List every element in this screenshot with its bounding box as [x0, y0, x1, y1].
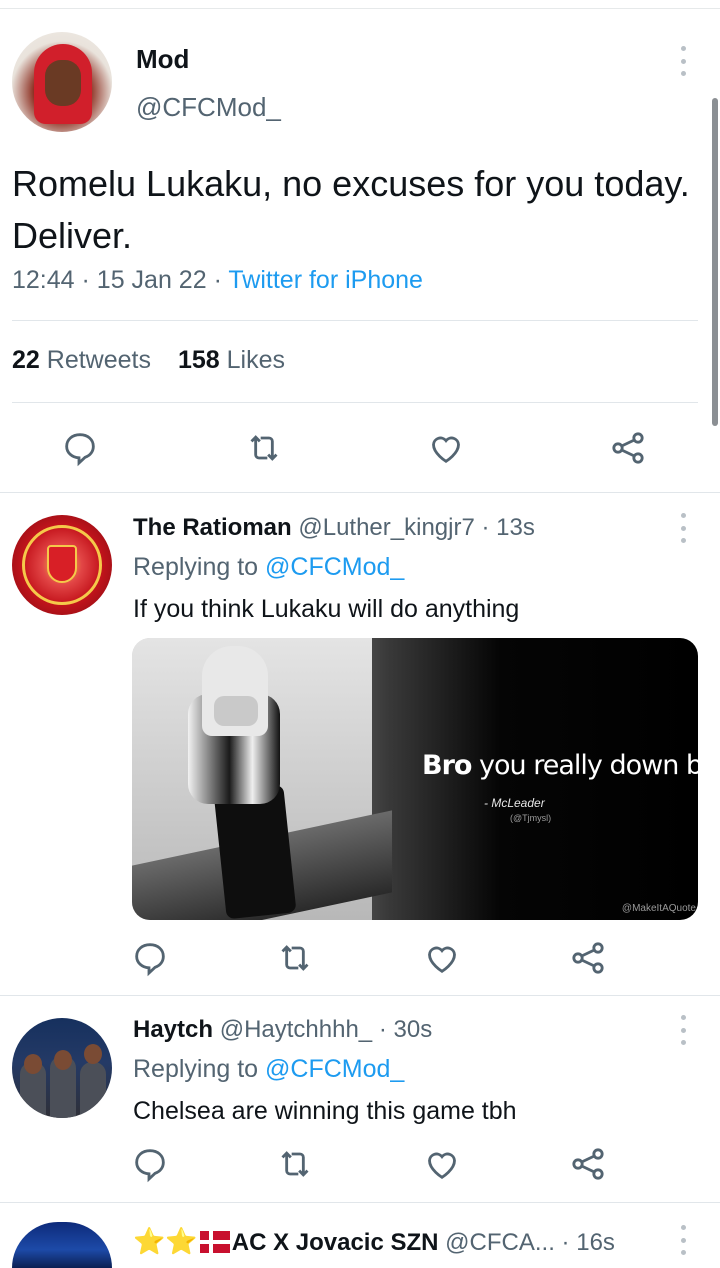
retweets-label: Retweets: [46, 346, 151, 374]
heart-icon[interactable]: [426, 428, 466, 468]
meme-caption: Bro you really down bad: [422, 750, 698, 781]
reply-action-row: [0, 1144, 720, 1184]
reply-age: 16s: [576, 1229, 615, 1256]
reply-action-row: [0, 938, 720, 978]
divider: [12, 402, 698, 403]
reply-age: 13s: [496, 514, 535, 541]
avatar[interactable]: [12, 32, 112, 132]
more-options-icon[interactable]: [673, 1225, 693, 1255]
reply-author-name[interactable]: The Ratioman: [133, 514, 292, 541]
share-icon[interactable]: [568, 1144, 608, 1184]
tweet-text: Romelu Lukaku, no excuses for you today.…: [12, 163, 690, 256]
meta-dot: ·: [481, 514, 490, 541]
replying-to-link[interactable]: @CFCMod_: [265, 1055, 404, 1083]
reply-header: Haytch @Haytchhhh_ · 30s: [133, 1016, 432, 1044]
main-tweet: Mod @CFCMod_ Romelu Lukaku, no excuses f…: [0, 0, 720, 492]
meta-dot: ·: [378, 1016, 387, 1043]
reply-icon[interactable]: [130, 938, 170, 978]
replying-to-link[interactable]: @CFCMod_: [265, 553, 404, 581]
reply-media-image[interactable]: Bro you really down bad - McLeader (@Tjm…: [132, 638, 698, 920]
tweet-source-link[interactable]: Twitter for iPhone: [228, 266, 423, 294]
divider: [12, 320, 698, 321]
heart-icon[interactable]: [422, 1144, 462, 1184]
meme-author: - McLeader: [484, 796, 545, 810]
retweets-count: 22: [12, 346, 40, 374]
retweet-icon[interactable]: [244, 428, 284, 468]
reply-author-handle[interactable]: @Haytchhhh_: [220, 1016, 372, 1043]
reply-icon[interactable]: [130, 1144, 170, 1184]
meme-caption-bold: Bro: [422, 750, 472, 781]
heart-icon[interactable]: [422, 938, 462, 978]
meme-author-handle: (@Tjmysl): [510, 813, 552, 823]
avatar[interactable]: [12, 1018, 112, 1118]
meme-caption-rest: you really down bad: [479, 750, 698, 781]
meta-dot: ·: [561, 1229, 570, 1256]
meta-dot: ·: [213, 266, 222, 294]
replying-to: Replying to @CFCMod_: [133, 1055, 404, 1084]
retweet-icon[interactable]: [275, 938, 315, 978]
meme-watermark: @MakeItAQuote: [621, 903, 696, 914]
reply-text: Chelsea are winning this game tbh: [133, 1097, 517, 1125]
tweet-date: 15 Jan 22: [96, 266, 207, 294]
reply-age: 30s: [393, 1016, 433, 1043]
denmark-flag-icon: [199, 1231, 230, 1253]
author-handle[interactable]: @CFCMod_: [136, 92, 281, 123]
replying-to-label: Replying to: [133, 1055, 259, 1083]
reply-header: ⭐⭐ AC X Jovacic SZN @CFCA... · 16s: [133, 1226, 615, 1257]
tweet-meta: 12:44 · 15 Jan 22 · Twitter for iPhone: [12, 266, 423, 295]
more-options-icon[interactable]: [673, 46, 693, 76]
avatar[interactable]: [12, 1222, 112, 1268]
reply-icon[interactable]: [60, 428, 100, 468]
meta-dot: ·: [81, 266, 90, 294]
reply-header: The Ratioman @Luther_kingjr7 · 13s: [133, 514, 535, 542]
engagement-stats: 22 Retweets 158 Likes: [12, 346, 285, 375]
author-name[interactable]: Mod: [136, 44, 189, 75]
star-emoji-icon: ⭐⭐: [133, 1226, 198, 1256]
divider: [0, 492, 720, 493]
share-icon[interactable]: [608, 428, 648, 468]
reply-author-handle[interactable]: @CFCA...: [445, 1229, 555, 1256]
more-options-icon[interactable]: [673, 1015, 693, 1045]
reply-author-name[interactable]: AC X Jovacic SZN: [232, 1229, 439, 1256]
reply-author-handle[interactable]: @Luther_kingjr7: [298, 514, 474, 541]
main-action-row: [0, 428, 720, 468]
reply-author-name[interactable]: Haytch: [133, 1016, 213, 1043]
retweets-link[interactable]: 22 Retweets: [12, 346, 151, 374]
avatar[interactable]: [12, 515, 112, 615]
share-icon[interactable]: [568, 938, 608, 978]
replying-to-label: Replying to: [133, 553, 259, 581]
divider: [0, 1202, 720, 1203]
likes-label: Likes: [226, 346, 285, 374]
replying-to: Replying to @CFCMod_: [133, 553, 404, 582]
retweet-icon[interactable]: [275, 1144, 315, 1184]
likes-link[interactable]: 158 Likes: [178, 346, 285, 374]
likes-count: 158: [177, 346, 220, 374]
tweet-time: 12:44: [12, 266, 75, 294]
reply-text: If you think Lukaku will do anything: [133, 595, 520, 623]
more-options-icon[interactable]: [673, 513, 693, 543]
divider: [0, 995, 720, 996]
